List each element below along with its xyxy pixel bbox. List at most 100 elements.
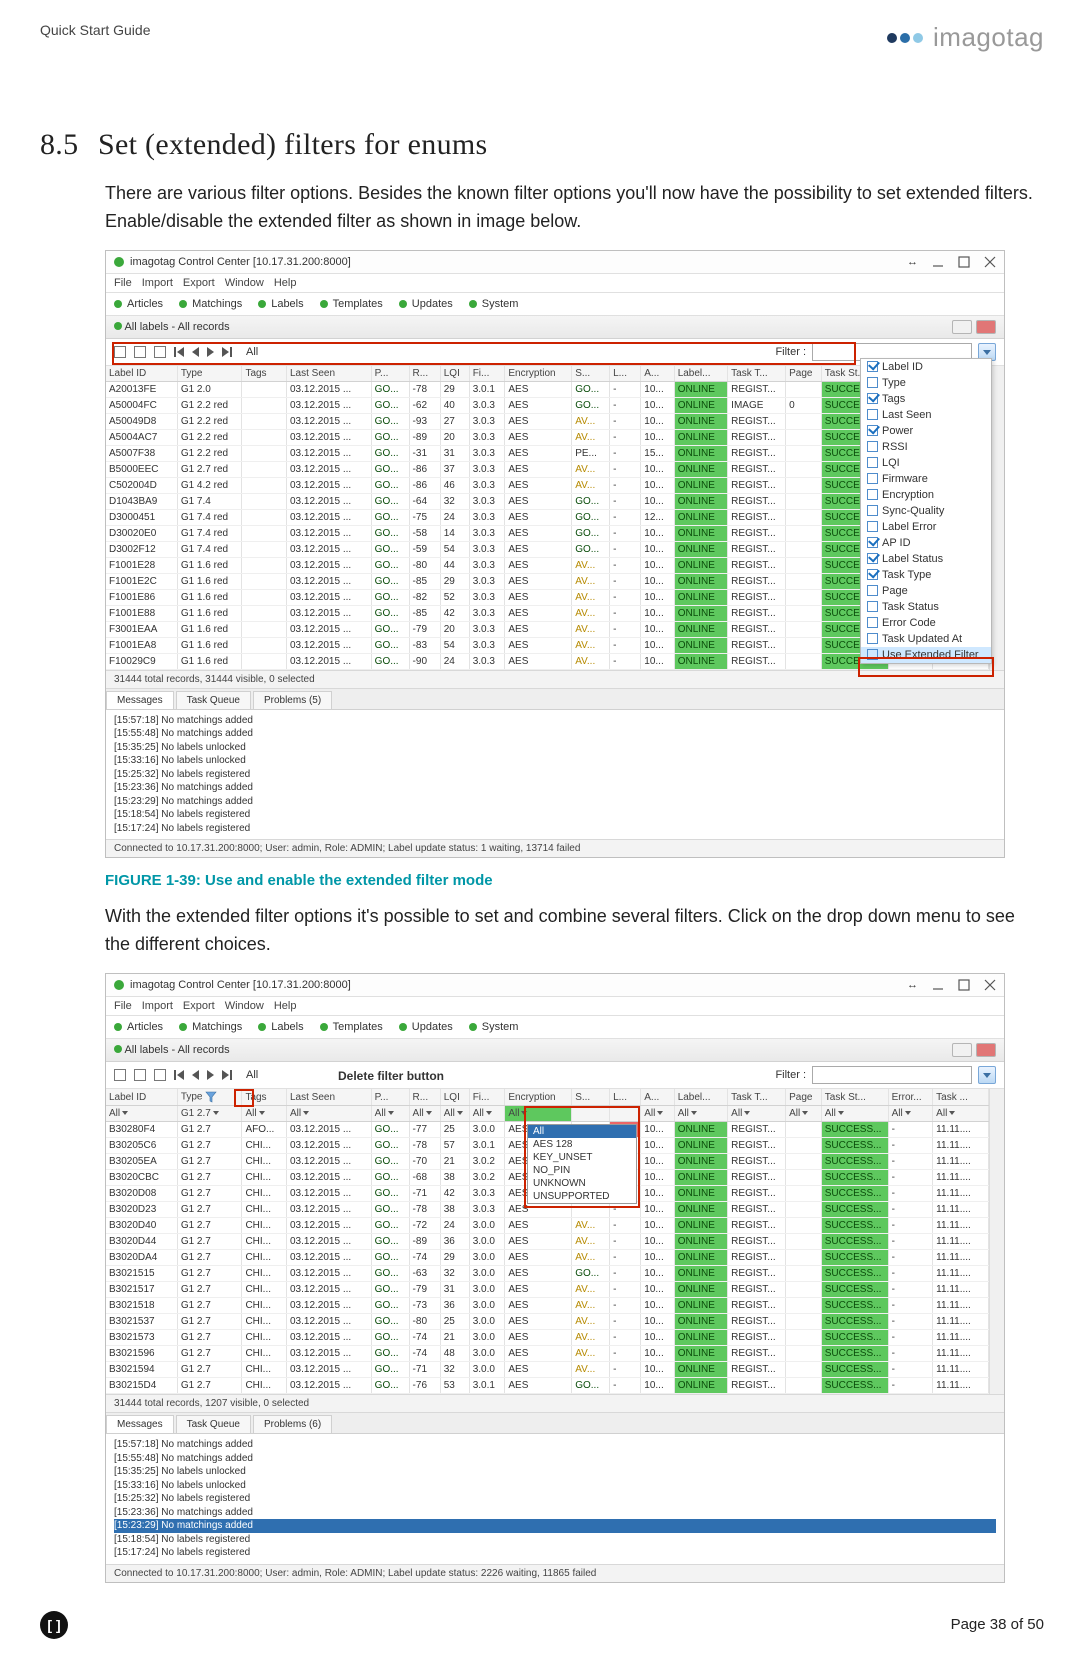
prev-icon[interactable] — [192, 1070, 199, 1080]
col-header[interactable]: Label ID — [106, 1089, 177, 1106]
table-row[interactable]: D1043BA9G1 7.403.12.2015 ...GO...-64323.… — [106, 493, 989, 509]
dropdown-option[interactable]: AES 128 — [528, 1138, 636, 1151]
filter-menu-item[interactable]: Task Status — [861, 599, 991, 615]
table-row[interactable]: B3021594G1 2.7CHI...03.12.2015 ...GO...-… — [106, 1362, 989, 1378]
table-row[interactable]: D3002F12G1 7.4 red03.12.2015 ...GO...-59… — [106, 541, 989, 557]
encryption-dropdown[interactable]: AllAES 128KEY_UNSETNO_PINUNKNOWNUNSUPPOR… — [527, 1124, 637, 1204]
col-header[interactable]: A... — [641, 366, 674, 382]
checkbox-icon[interactable] — [867, 425, 878, 436]
prev-icon[interactable] — [192, 347, 199, 357]
column-filter[interactable]: G1 2.7 — [177, 1106, 242, 1122]
table-row[interactable]: F1001E88G1 1.6 red03.12.2015 ...GO...-85… — [106, 605, 989, 621]
table-row[interactable]: B3021596G1 2.7CHI...03.12.2015 ...GO...-… — [106, 1346, 989, 1362]
nav-item[interactable]: Updates — [399, 298, 453, 310]
col-header[interactable]: A... — [641, 1089, 674, 1106]
table-row[interactable]: F10029C9G1 1.6 red03.12.2015 ...GO...-90… — [106, 653, 989, 669]
table-row[interactable]: B3021573G1 2.7CHI...03.12.2015 ...GO...-… — [106, 1330, 989, 1346]
column-filter[interactable]: All — [728, 1106, 786, 1122]
col-header[interactable]: S... — [572, 366, 610, 382]
filter-menu-item[interactable]: Task Type — [861, 567, 991, 583]
filter-menu-item[interactable]: Label ID — [861, 359, 991, 375]
table-row[interactable]: B5000EECG1 2.7 red03.12.2015 ...GO...-86… — [106, 461, 989, 477]
tool-icon[interactable] — [154, 346, 166, 358]
column-filter[interactable] — [572, 1106, 610, 1122]
panel-min-icon[interactable] — [952, 1043, 972, 1057]
col-header[interactable]: Tags — [242, 366, 287, 382]
table-row[interactable]: A5004AC7G1 2.2 red03.12.2015 ...GO...-89… — [106, 429, 989, 445]
table-row[interactable]: A20013FEG1 2.003.12.2015 ...GO...-78293.… — [106, 381, 989, 397]
column-filter[interactable]: All — [469, 1106, 505, 1122]
panel-min-icon[interactable] — [952, 320, 972, 334]
col-header[interactable]: S... — [572, 1089, 610, 1106]
table-row[interactable]: F1001EA8G1 1.6 red03.12.2015 ...GO...-83… — [106, 637, 989, 653]
last-page-icon[interactable] — [222, 347, 232, 357]
filter-menu-item[interactable]: Type — [861, 375, 991, 391]
column-filter[interactable]: All — [106, 1106, 177, 1122]
tool-icon[interactable] — [114, 346, 126, 358]
log-tab[interactable]: Problems (5) — [253, 691, 332, 709]
maximize-icon[interactable] — [958, 979, 970, 991]
column-filter-menu[interactable]: Label IDTypeTagsLast SeenPowerRSSILQIFir… — [860, 358, 992, 664]
checkbox-icon[interactable] — [867, 553, 878, 564]
col-header[interactable]: Task St... — [821, 1089, 888, 1106]
checkbox-icon[interactable] — [867, 361, 878, 372]
maximize-icon[interactable] — [958, 256, 970, 268]
column-filter[interactable]: All — [674, 1106, 727, 1122]
col-header[interactable]: R... — [409, 1089, 440, 1106]
nav-item[interactable]: System — [469, 298, 519, 310]
funnel-icon[interactable] — [205, 1091, 217, 1103]
filter-menu-item[interactable]: Label Error — [861, 519, 991, 535]
checkbox-icon[interactable] — [867, 537, 878, 548]
checkbox-icon[interactable] — [867, 505, 878, 516]
checkbox-icon[interactable] — [867, 649, 878, 660]
column-filter[interactable]: All — [409, 1106, 440, 1122]
table-row[interactable]: A5007F38G1 2.2 red03.12.2015 ...GO...-31… — [106, 445, 989, 461]
nav-item[interactable]: Articles — [114, 1021, 163, 1033]
table-row[interactable]: F1001E86G1 1.6 red03.12.2015 ...GO...-82… — [106, 589, 989, 605]
filter-menu-item[interactable]: RSSI — [861, 439, 991, 455]
subtab-label[interactable]: All labels - All records — [124, 1044, 229, 1056]
subtab-label[interactable]: All labels - All records — [124, 321, 229, 333]
checkbox-icon[interactable] — [867, 457, 878, 468]
checkbox-icon[interactable] — [867, 393, 878, 404]
col-header[interactable]: L... — [610, 1089, 641, 1106]
checkbox-icon[interactable] — [867, 489, 878, 500]
column-filter[interactable]: All — [933, 1106, 989, 1122]
table-row[interactable]: A50004FCG1 2.2 red03.12.2015 ...GO...-62… — [106, 397, 989, 413]
nav-item[interactable]: Labels — [258, 298, 303, 310]
checkbox-icon[interactable] — [867, 601, 878, 612]
menu-item[interactable]: Import — [142, 277, 173, 289]
menu-item[interactable]: File — [114, 1000, 132, 1012]
column-filter[interactable]: All — [786, 1106, 822, 1122]
checkbox-icon[interactable] — [867, 633, 878, 644]
nav-item[interactable]: System — [469, 1021, 519, 1033]
checkbox-icon[interactable] — [867, 441, 878, 452]
checkbox-icon[interactable] — [867, 617, 878, 628]
minimize-icon[interactable] — [932, 256, 944, 268]
tool-icon[interactable] — [134, 346, 146, 358]
filter-menu-item[interactable]: Task Updated At — [861, 631, 991, 647]
table-row[interactable]: F3001EAAG1 1.6 red03.12.2015 ...GO...-79… — [106, 621, 989, 637]
dropdown-option[interactable]: UNSUPPORTED — [528, 1190, 636, 1203]
log-tab[interactable]: Task Queue — [176, 691, 251, 709]
col-header[interactable]: Encryption — [505, 1089, 572, 1106]
close-icon[interactable] — [984, 256, 996, 268]
checkbox-icon[interactable] — [867, 473, 878, 484]
col-header[interactable]: Page — [786, 1089, 822, 1106]
minimize-icon[interactable] — [932, 979, 944, 991]
filter-menu-item[interactable]: Label Status — [861, 551, 991, 567]
scrollbar-y[interactable] — [989, 1089, 1004, 1394]
filter-menu-item[interactable]: Error Code — [861, 615, 991, 631]
table-row[interactable]: B3020DA4G1 2.7CHI...03.12.2015 ...GO...-… — [106, 1250, 989, 1266]
menu-item[interactable]: Help — [274, 1000, 297, 1012]
column-filter[interactable] — [610, 1106, 641, 1122]
last-page-icon[interactable] — [222, 1070, 232, 1080]
tool-icon[interactable] — [134, 1069, 146, 1081]
table-row[interactable]: B3021537G1 2.7CHI...03.12.2015 ...GO...-… — [106, 1314, 989, 1330]
menu-item[interactable]: Export — [183, 277, 215, 289]
menu-item[interactable]: Export — [183, 1000, 215, 1012]
col-header[interactable]: Task T... — [728, 366, 786, 382]
checkbox-icon[interactable] — [867, 409, 878, 420]
nav-item[interactable]: Updates — [399, 1021, 453, 1033]
table-row[interactable]: B3020D44G1 2.7CHI...03.12.2015 ...GO...-… — [106, 1234, 989, 1250]
